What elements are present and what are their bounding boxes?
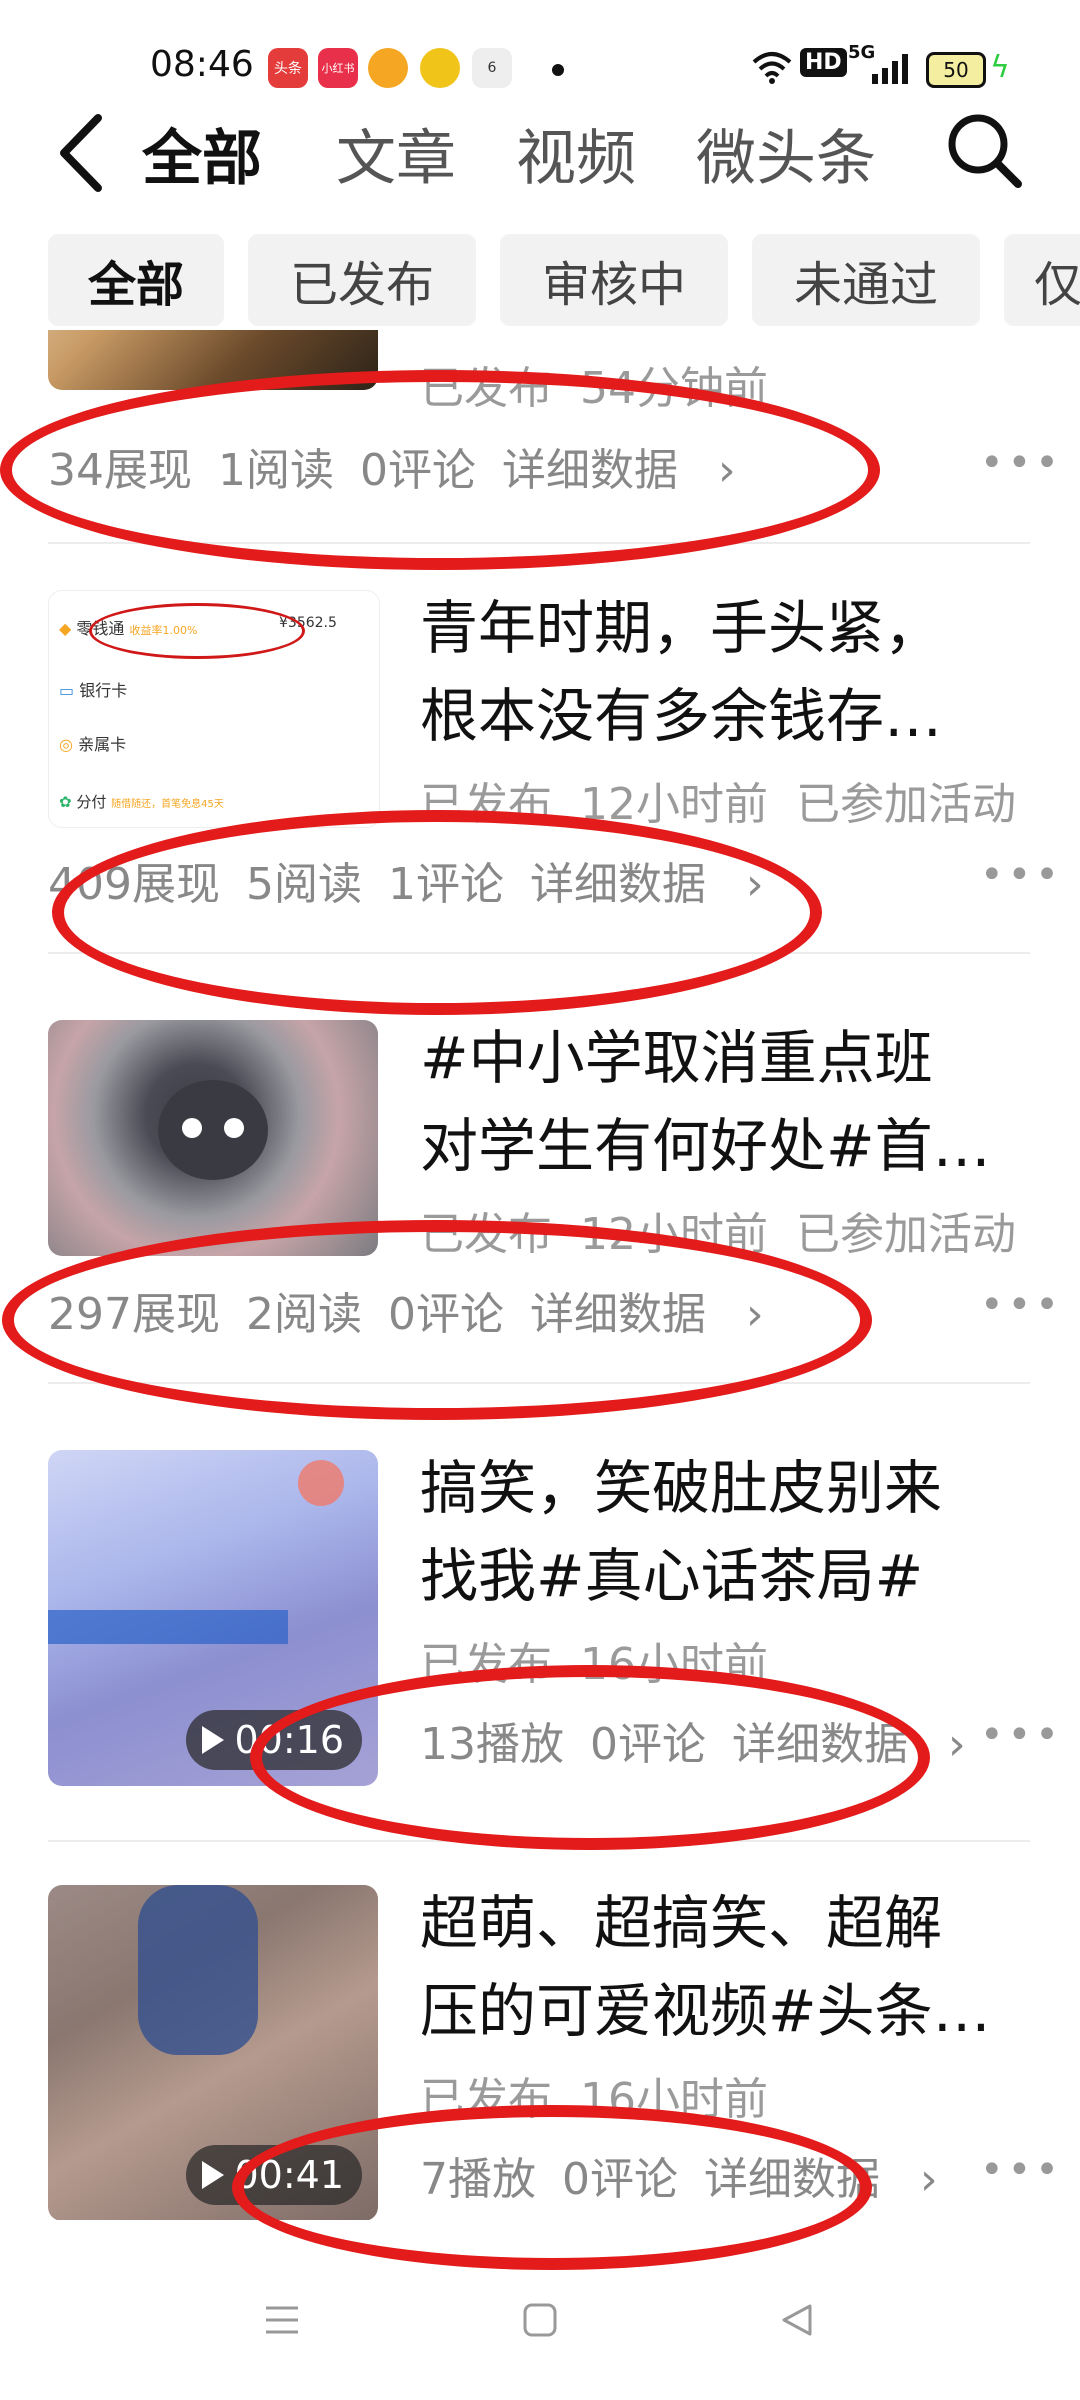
filter-rejected[interactable]: 未通过 — [752, 234, 980, 326]
menu-icon[interactable] — [262, 2300, 302, 2340]
annotation-oval — [2, 1220, 872, 1420]
item-title[interactable]: 青年时期，手头紧， 根本没有多余钱存… — [420, 584, 1040, 760]
more-options-icon[interactable]: ••• — [980, 1712, 1063, 1758]
play-icon — [202, 1726, 225, 1754]
hd-indicator: HD — [800, 48, 847, 77]
item-title[interactable]: 超萌、超搞笑、超解 压的可爱视频#头条… — [420, 1879, 1040, 2055]
battery-icon: 50 — [926, 52, 986, 88]
more-options-icon[interactable]: ••• — [980, 852, 1063, 898]
tab-articles[interactable]: 文章 — [336, 110, 456, 197]
video-app-icon — [368, 48, 408, 88]
status-filter-bar: 全部 已发布 审核中 未通过 仅 — [0, 234, 1080, 326]
more-options-icon[interactable]: ••• — [980, 440, 1063, 486]
filter-all[interactable]: 全部 — [48, 234, 224, 326]
system-nav-bar — [0, 2270, 1080, 2400]
wifi-icon — [752, 52, 792, 84]
signal-icon — [872, 54, 908, 84]
back-arrow-icon[interactable] — [48, 108, 118, 198]
toutiao-icon: 头条 — [268, 48, 308, 88]
annotation-oval — [52, 810, 822, 1015]
more-options-icon[interactable]: ••• — [980, 1282, 1063, 1328]
annotation-oval — [232, 2105, 872, 2270]
more-options-icon[interactable]: ••• — [980, 2147, 1063, 2193]
header-nav: 全部 文章 视频 微头条 — [0, 100, 1080, 200]
annotation-oval — [250, 1665, 930, 1850]
tab-videos[interactable]: 视频 — [516, 110, 636, 197]
weather-icon: 6 — [472, 48, 512, 88]
weibo-icon — [420, 48, 460, 88]
thumb-annotation — [89, 603, 305, 659]
item-title[interactable]: #中小学取消重点班 对学生有何好处#首… — [420, 1014, 1040, 1190]
tab-all[interactable]: 全部 — [142, 110, 262, 197]
filter-reviewing[interactable]: 审核中 — [500, 234, 728, 326]
home-icon[interactable] — [520, 2300, 560, 2340]
annotation-oval — [0, 370, 880, 570]
item-title[interactable]: 搞笑，笑破肚皮别来 找我#真心话茶局# — [420, 1444, 1040, 1620]
status-time: 08:46 — [150, 44, 254, 85]
tab-micro-posts[interactable]: 微头条 — [696, 110, 876, 197]
notification-dot — [552, 64, 564, 76]
search-icon[interactable] — [944, 110, 1024, 190]
thumbnail-image: ◆ 零钱通 收益率1.00% ¥3562.5 ▭ 银行卡 ◎ 亲属卡 ✿ 分付 … — [48, 590, 380, 828]
filter-published[interactable]: 已发布 — [248, 234, 476, 326]
filter-more[interactable]: 仅 — [1004, 234, 1080, 326]
play-icon — [202, 2161, 225, 2189]
xiaohongshu-icon: 小红书 — [318, 48, 358, 88]
thumbnail-image — [48, 1020, 378, 1256]
back-nav-icon[interactable] — [778, 2300, 818, 2340]
charging-icon: ϟ — [990, 50, 1010, 85]
